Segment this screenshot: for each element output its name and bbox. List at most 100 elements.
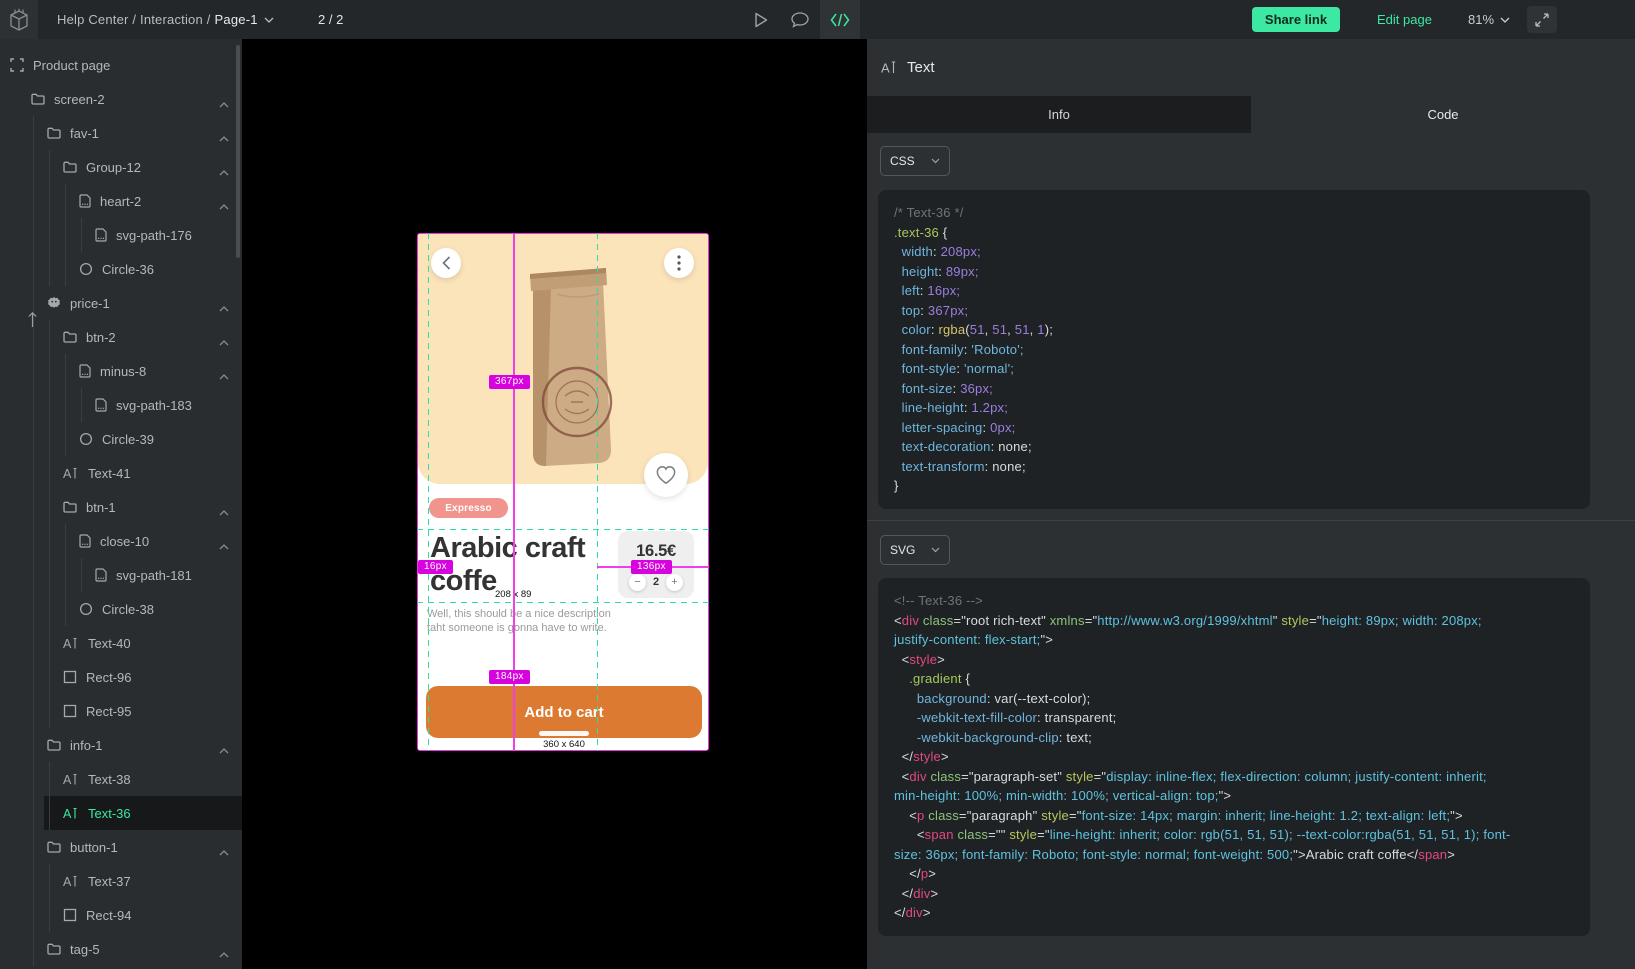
layer-item-rect-96[interactable]: Rect-96 (0, 660, 242, 694)
layer-item-text-36[interactable]: AText-36 (0, 796, 242, 830)
folder-icon (63, 331, 77, 343)
share-link-button[interactable]: Share link (1252, 7, 1340, 32)
quantity-minus-button[interactable]: − (629, 574, 646, 591)
chevron-up-icon[interactable] (219, 368, 229, 383)
code-view-button[interactable] (820, 0, 860, 39)
play-button[interactable] (748, 0, 774, 39)
chevron-up-icon[interactable] (219, 96, 229, 111)
layer-item-tag-5[interactable]: tag-5 (0, 932, 242, 966)
layer-item-screen-2[interactable]: screen-2 (0, 82, 242, 116)
play-icon (754, 12, 768, 28)
tree-indent-guide (33, 762, 34, 796)
chevron-up-icon[interactable] (219, 504, 229, 519)
tree-indent-guide (49, 456, 50, 490)
chevron-up-icon[interactable] (219, 334, 229, 349)
breadcrumb[interactable]: Help Center / Interaction / Page-1 (57, 0, 274, 39)
layer-label: Text-37 (88, 874, 131, 889)
edit-page-link[interactable]: Edit page (1377, 0, 1432, 39)
layer-item-button-1[interactable]: button-1 (0, 830, 242, 864)
category-tag[interactable]: Expresso (429, 498, 508, 518)
layer-label: minus-8 (100, 364, 146, 379)
chevron-up-icon[interactable] (219, 300, 229, 315)
product-image-area (418, 234, 708, 484)
layer-item-fav-1[interactable]: fav-1 (0, 116, 242, 150)
tree-indent-guide (33, 184, 34, 218)
folder-icon (47, 739, 61, 751)
interaction-arrow-icon (27, 310, 38, 331)
fullscreen-button[interactable] (1527, 6, 1557, 33)
css-select-value: CSS (890, 154, 915, 168)
layer-item-svg-path-183[interactable]: svg-path-183 (0, 388, 242, 422)
svgfile-icon (95, 398, 107, 412)
tab-info[interactable]: Info (867, 96, 1251, 133)
product-page-frame[interactable]: Expresso Arabic craft coffe 208 x 89 Wel… (417, 233, 709, 751)
tree-indent-guide (33, 150, 34, 184)
kebab-menu-icon (677, 255, 681, 271)
layer-item-heart-2[interactable]: heart-2 (0, 184, 242, 218)
chevron-up-icon[interactable] (219, 164, 229, 179)
layer-item-circle-39[interactable]: Circle-39 (0, 422, 242, 456)
svgfile-icon (95, 228, 107, 242)
layer-item-group-12[interactable]: Group-12 (0, 150, 242, 184)
svgfile-icon (79, 534, 91, 548)
layer-item-svg-path-176[interactable]: svg-path-176 (0, 218, 242, 252)
code-line: <!-- Text-36 --> (894, 591, 1574, 611)
layer-item-circle-38[interactable]: Circle-38 (0, 592, 242, 626)
zoom-control[interactable]: 81% (1468, 0, 1510, 39)
chevron-down-icon[interactable] (264, 17, 274, 23)
layer-item-btn-1[interactable]: btn-1 (0, 490, 242, 524)
chevron-up-icon[interactable] (219, 742, 229, 757)
comment-button[interactable] (786, 0, 814, 39)
layer-item-circle-36[interactable]: Circle-36 (0, 252, 242, 286)
layer-item-rect-94[interactable]: Rect-94 (0, 898, 242, 932)
code-line: line-height: 1.2px; (894, 398, 1574, 418)
layer-item-product page[interactable]: Product page (0, 48, 242, 82)
layer-item-text-41[interactable]: AText-41 (0, 456, 242, 490)
layer-item-price-1[interactable]: price-1 (0, 286, 242, 320)
chevron-up-icon[interactable] (219, 198, 229, 213)
svg-format-select[interactable]: SVG (880, 535, 950, 565)
comment-icon (791, 12, 809, 28)
layer-item-info-1[interactable]: info-1 (0, 728, 242, 762)
code-line: background: var(--text-color); (894, 689, 1574, 709)
chevron-down-icon (931, 547, 940, 553)
more-options-button[interactable] (664, 248, 694, 278)
code-line: /* Text-36 */ (894, 203, 1574, 223)
page-counter: 2 / 2 (318, 0, 343, 39)
tree-indent-guide (33, 422, 34, 456)
sidebar-scrollbar[interactable] (236, 45, 240, 258)
layer-label: tag-5 (70, 942, 100, 957)
layer-item-text-38[interactable]: AText-38 (0, 762, 242, 796)
chevron-up-icon[interactable] (219, 844, 229, 859)
layer-label: Group-12 (86, 160, 141, 175)
layer-item-close-10[interactable]: close-10 (0, 524, 242, 558)
layer-item-text-37[interactable]: AText-37 (0, 864, 242, 898)
tree-indent-guide (49, 490, 50, 524)
layer-label: Rect-95 (86, 704, 132, 719)
tree-indent-guide (81, 388, 82, 422)
css-format-select[interactable]: CSS (880, 146, 950, 176)
layer-label: screen-2 (54, 92, 105, 107)
layer-item-minus-8[interactable]: minus-8 (0, 354, 242, 388)
app-logo[interactable] (0, 0, 38, 39)
guide-dashed-top (417, 529, 709, 530)
chevron-up-icon[interactable] (219, 946, 229, 961)
tree-indent-guide (49, 252, 50, 286)
code-line: color: rgba(51, 51, 51, 1); (894, 320, 1574, 340)
code-line: left: 16px; (894, 281, 1574, 301)
tree-indent-guide (81, 218, 82, 252)
layer-item-text-40[interactable]: AText-40 (0, 626, 242, 660)
svg-text:A: A (63, 773, 72, 786)
code-line: <span class="" style="line-height: inher… (894, 825, 1574, 845)
tab-code[interactable]: Code (1251, 96, 1635, 133)
chevron-up-icon[interactable] (219, 538, 229, 553)
layer-item-svg-path-181[interactable]: svg-path-181 (0, 558, 242, 592)
folder-icon (47, 943, 61, 955)
back-button[interactable] (431, 248, 461, 278)
chevron-up-icon[interactable] (219, 130, 229, 145)
tree-indent-guide (33, 218, 34, 252)
quantity-plus-button[interactable]: + (666, 574, 683, 591)
code-line: -webkit-background-clip: text; (894, 728, 1574, 748)
favorite-button[interactable] (644, 453, 688, 497)
layer-item-rect-95[interactable]: Rect-95 (0, 694, 242, 728)
